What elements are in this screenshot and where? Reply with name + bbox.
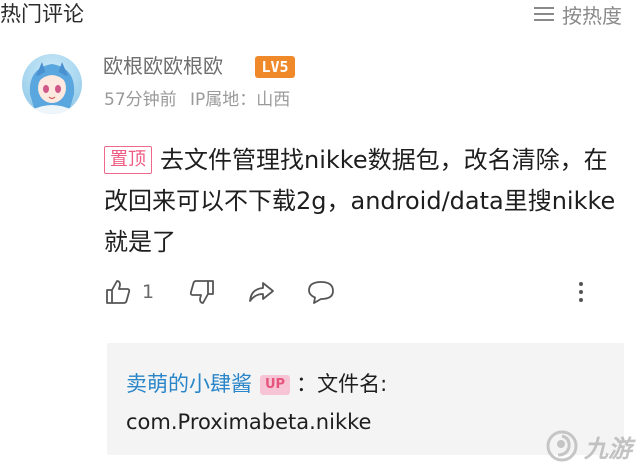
more-vertical-icon (579, 282, 583, 302)
like-count: 1 (142, 281, 155, 303)
menu-lines-icon (534, 6, 554, 22)
level-badge: LV5 (255, 56, 295, 78)
up-badge: UP (260, 375, 291, 395)
avatar[interactable] (22, 54, 82, 114)
comment-text: 去文件管理找nikke数据包，改名清除，在改回来可以不下载2g，android/… (104, 146, 616, 256)
sort-label: 按热度 (562, 3, 622, 28)
reply-separator: ： (296, 372, 318, 396)
comment-actions: 1 (104, 275, 604, 309)
more-options-button[interactable] (576, 275, 586, 309)
anime-girl-avatar-icon (29, 62, 75, 114)
comment-username[interactable]: 欧根欧欧根欧 (103, 53, 223, 79)
dislike-button[interactable] (188, 275, 216, 309)
like-button[interactable]: 1 (104, 275, 154, 309)
reply-text-line2: com.Proximabeta.nikke (126, 410, 372, 434)
section-title: 热门评论 (0, 2, 84, 26)
nine-game-logo-icon (546, 430, 578, 462)
share-button[interactable] (246, 275, 276, 309)
reply-text-line1: 文件名: (317, 372, 388, 396)
comment-ip-location: IP属地：山西 (190, 90, 291, 110)
pinned-tag: 置顶 (104, 146, 152, 174)
watermark: 九游 (544, 426, 632, 466)
sort-button[interactable]: 按热度 (534, 0, 622, 28)
thumbs-down-icon (189, 280, 214, 304)
share-arrow-icon (249, 282, 274, 302)
comment-bubble-icon (308, 281, 334, 304)
comment-meta: 57分钟前 IP属地：山西 (104, 88, 290, 112)
reply-username[interactable]: 卖萌的小肆酱 (126, 372, 252, 396)
reply-header-line: 卖萌的小肆酱 UP ：文件名: (126, 369, 387, 399)
comments-header: 热门评论 按热度 (0, 0, 640, 30)
watermark-text: 九游 (584, 434, 632, 463)
comment-section: 热门评论 按热度 欧根欧欧根欧 LV5 57分钟前 IP属地：山西 置顶 去文件管… (0, 0, 640, 472)
reply-button[interactable] (306, 275, 336, 309)
comment-body: 置顶 去文件管理找nikke数据包，改名清除，在改回来可以不下载2g，androi… (104, 140, 624, 263)
thumbs-up-icon (106, 280, 131, 304)
comment-time: 57分钟前 (104, 90, 177, 110)
